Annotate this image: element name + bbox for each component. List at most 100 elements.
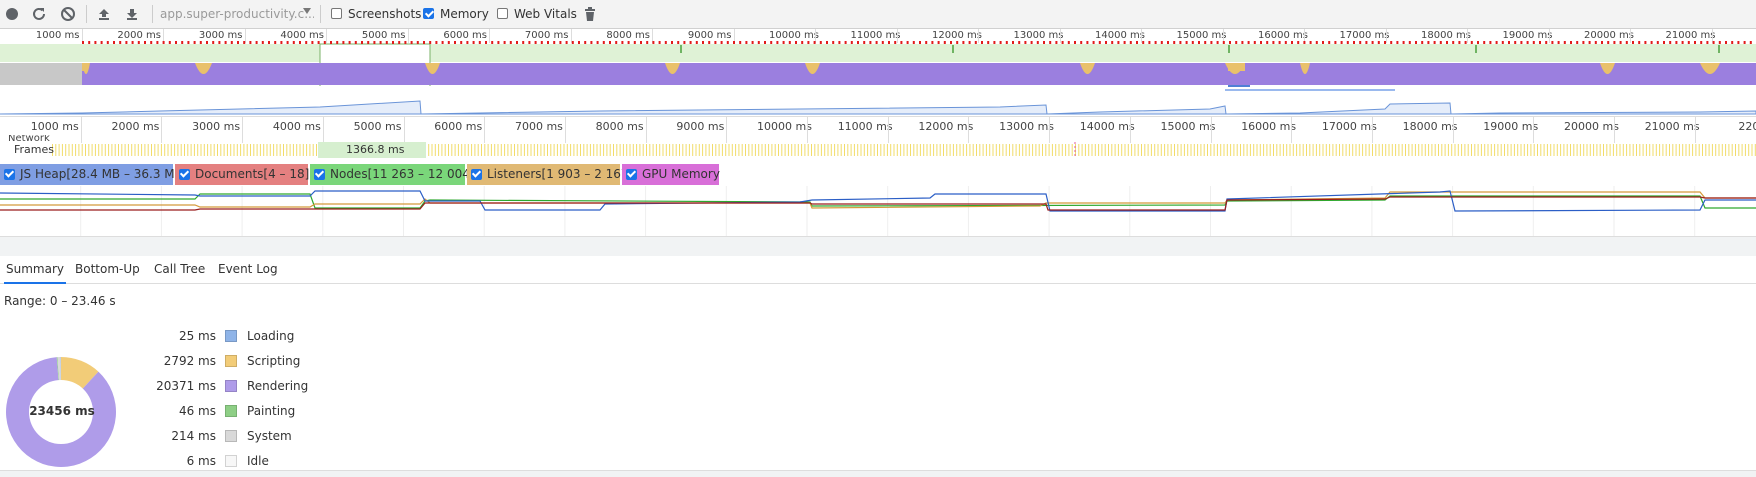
webvitals-label[interactable]: Web Vitals: [514, 7, 577, 21]
frame-bar: [1497, 144, 1498, 156]
tab-summary[interactable]: Summary: [4, 256, 66, 284]
memory-counter-graph[interactable]: [0, 186, 1756, 236]
frame-bar: [1593, 144, 1594, 156]
frame-bar: [1385, 144, 1386, 156]
frame-bar: [1194, 144, 1195, 156]
dropped-frame-mark: [634, 41, 636, 44]
frame-bar: [1326, 144, 1327, 156]
frame-bar: [168, 144, 169, 156]
dropped-frame-mark: [249, 41, 251, 44]
tab-bottom-up[interactable]: Bottom-Up: [75, 256, 140, 282]
frames-track[interactable]: [0, 142, 1756, 158]
screenshots-label[interactable]: Screenshots: [348, 7, 421, 21]
dropped-frame-mark: [1229, 41, 1231, 44]
frame-bar: [755, 144, 756, 156]
dropped-frame-mark: [287, 41, 289, 44]
frame-bar: [1738, 144, 1739, 156]
frame-bar: [75, 144, 76, 156]
fps-spike: [1718, 45, 1720, 53]
main-ruler-label: 5000 ms: [354, 120, 402, 133]
tab-event-log[interactable]: Event Log: [218, 256, 278, 282]
counter-toggle[interactable]: Listeners[1 903 – 2 167]: [467, 164, 620, 185]
record-icon[interactable]: [4, 6, 20, 22]
clear-icon[interactable]: [60, 6, 76, 22]
dropped-frame-mark: [553, 41, 555, 44]
split-divider[interactable]: [0, 236, 1756, 257]
dropped-frame-mark: [1142, 41, 1144, 44]
frame-bar: [1164, 144, 1165, 156]
frame-bar: [1204, 144, 1205, 156]
upload-icon[interactable]: [96, 6, 112, 22]
frame-bar: [1035, 144, 1036, 156]
frame-bar: [880, 144, 881, 156]
checkbox-icon[interactable]: [314, 169, 325, 180]
frame-bar: [1468, 144, 1469, 156]
overview-graph[interactable]: [0, 29, 1756, 115]
frame-bar: [296, 144, 297, 156]
checkbox-icon[interactable]: [179, 169, 190, 180]
dropped-frame-mark: [1024, 41, 1026, 44]
dropped-frame-mark: [1632, 41, 1634, 44]
reload-icon[interactable]: [31, 6, 47, 22]
frame-bar: [841, 144, 842, 156]
dropped-frame-mark: [163, 41, 165, 44]
tab-call-tree[interactable]: Call Tree: [154, 256, 205, 282]
download-icon[interactable]: [124, 6, 140, 22]
dropped-frame-mark: [752, 41, 754, 44]
frame-bar: [1131, 144, 1132, 156]
frame-bar: [72, 144, 73, 156]
counter-toggle[interactable]: Nodes[11 263 – 12 004]: [310, 164, 465, 185]
checkbox-icon[interactable]: [626, 169, 637, 180]
frame-bar: [603, 144, 604, 156]
checkbox-icon[interactable]: [471, 169, 482, 180]
summary-range: Range: 0 – 23.46 s: [4, 294, 116, 308]
checkbox-icon[interactable]: [4, 169, 15, 180]
dropped-frame-mark: [491, 41, 493, 44]
dropped-frame-mark: [814, 41, 816, 44]
dropped-frame-mark: [417, 41, 419, 44]
profile-select[interactable]: app.super-productivity.c...: [160, 4, 314, 24]
frame-bar: [177, 144, 178, 156]
legend-swatch: [225, 405, 237, 417]
frame-bar: [1148, 144, 1149, 156]
dropped-frame-mark: [646, 41, 648, 44]
chevron-down-icon[interactable]: [303, 8, 311, 14]
frame-bar: [234, 144, 235, 156]
frame-bar: [917, 144, 918, 156]
frame-bar: [465, 144, 466, 156]
trash-icon[interactable]: [582, 6, 598, 22]
legend-value: 46 ms: [156, 404, 216, 418]
memory-checkbox[interactable]: [423, 8, 434, 19]
frame-bar: [1709, 144, 1710, 156]
frame-bar: [1639, 144, 1640, 156]
dropped-frame-mark: [1279, 41, 1281, 44]
frame-bar: [1012, 144, 1013, 156]
frame-bar: [837, 144, 838, 156]
dropped-frame-mark: [1254, 41, 1256, 44]
dropped-frame-mark: [336, 41, 338, 44]
dropped-frame-mark: [1477, 41, 1479, 44]
frame-bar: [273, 144, 274, 156]
counter-toggle[interactable]: JS Heap[28.4 MB – 36.3 MB]: [0, 164, 173, 185]
dropped-frame-mark: [993, 41, 995, 44]
frame-bar: [1438, 144, 1439, 156]
webvitals-checkbox[interactable]: [497, 8, 508, 19]
frame-bar: [775, 144, 776, 156]
frame-bar: [488, 144, 489, 156]
fps-spike: [680, 45, 682, 53]
memory-label[interactable]: Memory: [440, 7, 489, 21]
dropped-frame-mark: [1520, 41, 1522, 44]
frame-bar: [300, 144, 301, 156]
counter-toggle[interactable]: GPU Memory: [622, 164, 719, 185]
frame-bar: [748, 144, 749, 156]
frame-bar: [267, 144, 268, 156]
legend-name: Idle: [247, 454, 269, 468]
dropped-frame-mark: [1285, 41, 1287, 44]
dropped-frame-mark: [820, 41, 822, 44]
dropped-frame-mark: [435, 41, 437, 44]
screenshots-checkbox[interactable]: [331, 8, 342, 19]
frame-bar: [1101, 144, 1102, 156]
frame-bar: [1392, 144, 1393, 156]
frame-bar: [1382, 144, 1383, 156]
counter-toggle[interactable]: Documents[4 – 18]: [175, 164, 308, 185]
